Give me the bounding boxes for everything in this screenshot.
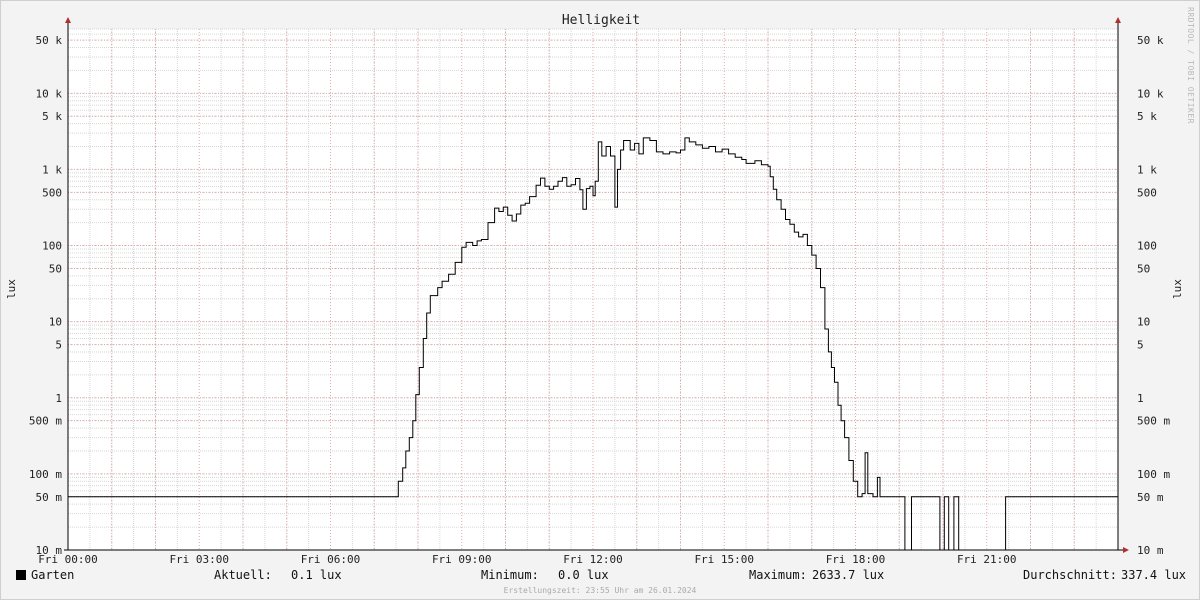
legend-series-name: Garten — [31, 568, 75, 582]
x-tick-label: Fri 09:00 — [432, 553, 492, 566]
legend-avg-label: Durchschnitt: — [1023, 568, 1117, 582]
y-tick-label-left: 500 m — [29, 415, 62, 428]
x-tick-label: Fri 18:00 — [826, 553, 886, 566]
legend-max-label: Maximum: — [749, 568, 807, 582]
y-tick-label-right: 1 — [1137, 392, 1144, 405]
x-tick-label: Fri 12:00 — [563, 553, 623, 566]
y-tick-label-right: 50 m — [1137, 491, 1164, 504]
y-tick-label-right: 1 k — [1137, 163, 1157, 176]
y-tick-label-left: 100 m — [29, 468, 62, 481]
y-tick-label-left: 50 — [49, 262, 62, 275]
y-tick-label-right: 500 — [1137, 186, 1157, 199]
y-tick-label-right: 10 m — [1137, 544, 1164, 557]
y-tick-label-left: 1 — [55, 392, 62, 405]
legend-color-swatch — [16, 570, 26, 580]
chart-svg: 50 k 50 k 10 k 10 k 5 k 5 k 1 k 1 k 500 500 100 100… — [5, 13, 1184, 566]
y-tick-label-left: 10 k — [36, 87, 63, 100]
y-tick-label-left: 5 k — [42, 110, 62, 123]
y-tick-label-left: 1 k — [42, 163, 62, 176]
y-tick-label-right: 100 m — [1137, 468, 1170, 481]
legend-min-value: 0.0 lux — [558, 568, 609, 582]
y-tick-label-right: 10 k — [1137, 87, 1164, 100]
y-tick-label-left: 50 m — [36, 491, 63, 504]
x-tick-label: Fri 00:00 — [38, 553, 98, 566]
x-tick-label: Fri 03:00 — [169, 553, 229, 566]
y-axis-label-left: lux — [5, 279, 18, 299]
chart-frame: 50 k 50 k 10 k 10 k5 k5 k1 k1 k 500 500 100 100… — [0, 0, 1200, 600]
y-tick-label-right: 10 — [1137, 316, 1150, 329]
footer-timestamp: Erstellungszeit: 23:55 Uhr am 26.01.2024 — [503, 586, 697, 595]
x-tick-label: Fri 06:00 — [301, 553, 361, 566]
x-axis-arrow — [1123, 547, 1129, 553]
legend-min-label: Minimum: — [481, 568, 539, 582]
y-tick-label-right: 50 — [1137, 262, 1150, 275]
y-tick-label-left: 10 — [49, 316, 62, 329]
y-tick-label-right: 5 — [1137, 339, 1144, 352]
y-tick-label-right: 5 k — [1137, 110, 1157, 123]
grid-layer — [68, 28, 1118, 551]
y-axis-arrow-right — [1115, 17, 1121, 23]
y-tick-label-left: 500 — [42, 186, 62, 199]
y-tick-label-left: 100 — [42, 240, 62, 253]
legend-bar: Garten Aktuell: 0.1 lux Minimum: 0.0 lux… — [1, 568, 1199, 584]
y-tick-label-right: 50 k — [1137, 34, 1164, 47]
legend-current-value: 0.1 lux — [291, 568, 342, 582]
y-tick-label-left: 50 k — [36, 34, 63, 47]
y-tick-label-right: 100 — [1137, 240, 1157, 253]
y-axis-arrow-left — [65, 17, 71, 23]
x-tick-label: Fri 15:00 — [694, 553, 754, 566]
legend-avg-value: 337.4 lux — [1121, 568, 1187, 582]
legend-max-value: 2633.7 lux — [812, 568, 885, 582]
y-axis-label-right: lux — [1171, 279, 1184, 299]
y-tick-label-right: 500 m — [1137, 415, 1170, 428]
y-tick-label-left: 5 — [55, 339, 62, 352]
legend-current-label: Aktuell: — [214, 568, 272, 582]
chart-title: Helligkeit — [562, 13, 640, 28]
x-tick-label: Fri 21:00 — [957, 553, 1017, 566]
watermark: RRDTOOL / TOBI OETIKER — [1186, 7, 1195, 124]
